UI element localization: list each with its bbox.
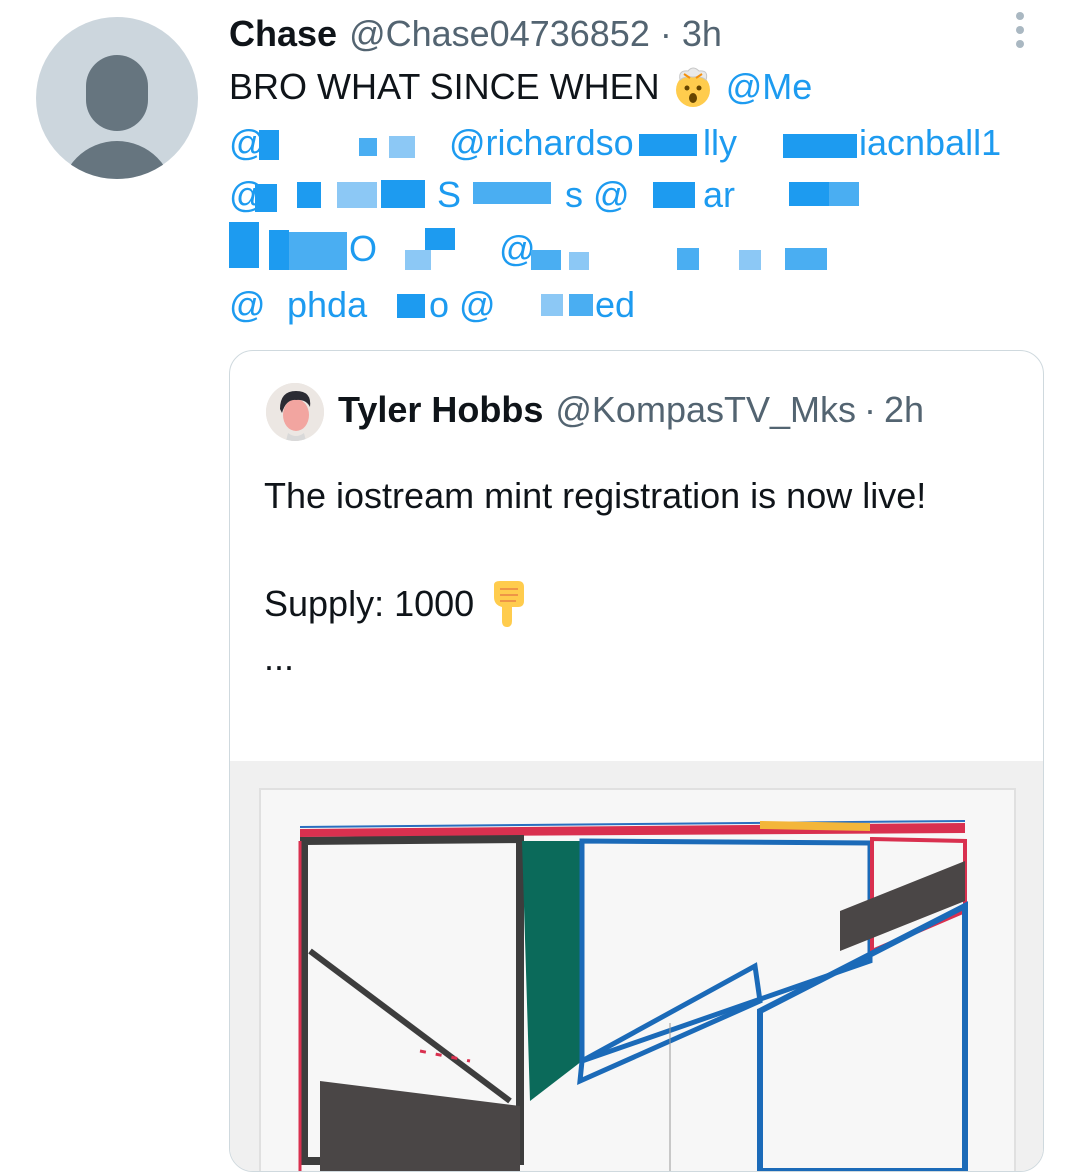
redaction-block bbox=[473, 182, 551, 204]
redaction-block bbox=[229, 222, 259, 268]
quoted-tweet-text: The iostream mint registration is now li… bbox=[264, 469, 1004, 685]
pointing-down-emoji bbox=[488, 581, 530, 627]
quoted-timestamp[interactable]: 2h bbox=[884, 389, 924, 431]
quoted-tweet-card[interactable]: Tyler Hobbs @KompasTV_Mks · 2h The iostr… bbox=[229, 350, 1044, 1172]
redaction-block bbox=[569, 252, 589, 270]
tweet-body: BRO WHAT SINCE WHEN bbox=[229, 66, 660, 107]
redaction-block bbox=[639, 134, 697, 156]
quoted-author-avatar[interactable] bbox=[266, 383, 324, 441]
redaction-block bbox=[255, 184, 277, 212]
avatar-head bbox=[86, 55, 148, 131]
quoted-author-name[interactable]: Tyler Hobbs bbox=[338, 389, 543, 431]
redaction-block bbox=[789, 182, 829, 206]
quoted-supply-line: Supply: 1000 bbox=[264, 577, 1004, 631]
avatar-shoulders bbox=[60, 141, 174, 179]
redaction-block bbox=[677, 248, 699, 270]
redaction-block bbox=[397, 294, 425, 318]
mention-fragment[interactable]: ed bbox=[595, 284, 635, 326]
mention-fragment[interactable]: phda bbox=[287, 284, 367, 326]
redaction-block bbox=[297, 182, 321, 208]
exploding-head-emoji bbox=[672, 66, 714, 108]
redaction-block bbox=[269, 230, 289, 270]
quoted-text-line: The iostream mint registration is now li… bbox=[264, 475, 927, 516]
author-handle[interactable]: @Chase04736852 bbox=[349, 13, 650, 55]
supply-text: Supply: 1000 bbox=[264, 583, 475, 624]
redaction-block bbox=[405, 250, 431, 270]
quoted-author-handle[interactable]: @KompasTV_Mks bbox=[555, 389, 856, 431]
redaction-block bbox=[569, 294, 593, 316]
redaction-block bbox=[259, 130, 279, 160]
redaction-block bbox=[389, 136, 415, 158]
quoted-tweet-image[interactable] bbox=[230, 761, 1043, 1171]
redaction-block bbox=[531, 250, 561, 270]
mention-fragment[interactable]: ar bbox=[703, 174, 735, 216]
mention-fragment[interactable]: lly bbox=[703, 122, 737, 164]
author-avatar[interactable] bbox=[36, 17, 198, 179]
mention-fragment[interactable]: s @ bbox=[565, 174, 630, 216]
quoted-ellipsis: ... bbox=[264, 637, 295, 678]
mention-fragment[interactable]: o @ bbox=[429, 284, 496, 326]
quoted-header-separator: · bbox=[864, 389, 876, 430]
redaction-block bbox=[653, 182, 695, 208]
redaction-block bbox=[541, 294, 563, 316]
mention-fragment[interactable]: iacnball1 bbox=[859, 122, 1001, 164]
mention-link[interactable]: @Me bbox=[726, 66, 813, 108]
redaction-block bbox=[337, 182, 377, 208]
author-name[interactable]: Chase bbox=[229, 13, 337, 55]
redaction-block bbox=[381, 180, 425, 208]
tweet-timestamp[interactable]: 3h bbox=[682, 13, 722, 55]
mentions-block: @ @richardso lly iacnball1 @ S s @ ar O … bbox=[229, 122, 1049, 332]
mention-fragment[interactable]: @richardso bbox=[449, 122, 634, 164]
mention-fragment[interactable]: S bbox=[437, 174, 461, 216]
abstract-artwork bbox=[230, 761, 1043, 1171]
redaction-block bbox=[785, 248, 827, 270]
mention-fragment[interactable]: @ bbox=[229, 284, 266, 326]
quoted-tweet-header: Tyler Hobbs @KompasTV_Mks · 2h bbox=[338, 389, 924, 431]
redaction-block bbox=[289, 232, 347, 270]
redaction-block bbox=[739, 250, 761, 270]
redaction-block bbox=[425, 228, 455, 250]
tweet-header: Chase @Chase04736852 · 3h bbox=[229, 12, 722, 56]
redaction-block bbox=[359, 138, 377, 156]
redaction-block bbox=[783, 134, 857, 158]
header-separator: · bbox=[659, 13, 672, 54]
mention-fragment[interactable]: O bbox=[349, 228, 377, 270]
tweet-text: BRO WHAT SINCE WHEN @Me bbox=[229, 66, 812, 108]
more-options-icon[interactable] bbox=[1004, 12, 1036, 52]
redaction-block bbox=[829, 182, 859, 206]
